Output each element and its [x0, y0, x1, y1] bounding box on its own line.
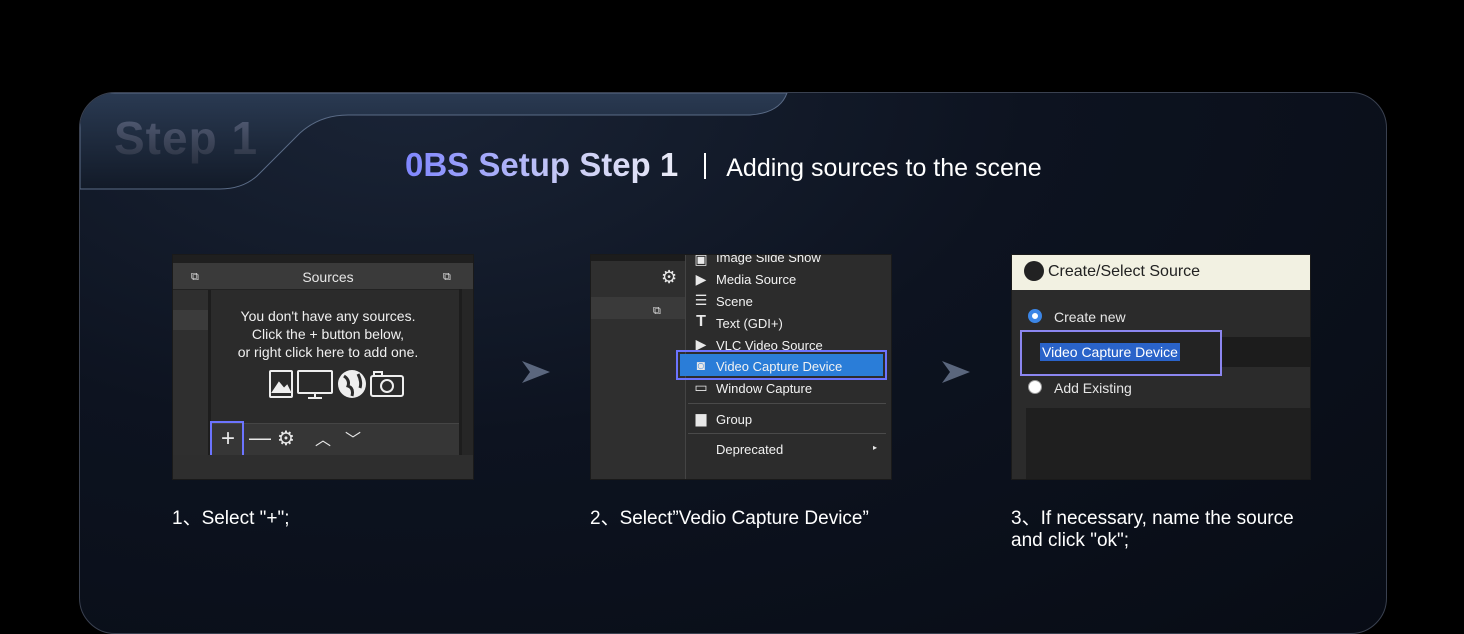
sources-toolbar: + — ⚙ ︿ ﹀ [211, 423, 459, 456]
mixer-pane [459, 289, 473, 479]
dialog-titlebar: Create/Select Source [1012, 255, 1310, 290]
dock-icon[interactable]: ⧉ [443, 267, 451, 287]
add-source-menu: ▣ Image Slide Show ▶ Media Source ☰ Scen… [676, 254, 891, 479]
dialog-title: Create/Select Source [1048, 263, 1201, 280]
title-main: 0BS Setup Step 1 [405, 146, 679, 183]
dock-icon[interactable]: ⧉ [653, 301, 661, 321]
source-name-value: Video Capture Device [1040, 343, 1180, 361]
camera-icon [370, 371, 404, 397]
add-existing-label: Add Existing [1054, 380, 1132, 396]
slideshow-icon: ▣ [694, 254, 708, 267]
existing-sources-list[interactable] [1026, 408, 1310, 479]
menu-item[interactable]: Deprecated [716, 442, 783, 457]
obs-logo-icon [1024, 261, 1044, 281]
window-icon: ▭ [694, 379, 708, 395]
docks-pane: ⚙ ⧉ [591, 255, 685, 479]
next-arrow-icon [942, 361, 970, 383]
page-title: 0BS Setup Step 1 Adding sources to the sc… [405, 146, 1042, 184]
chevron-down-icon[interactable]: ﹀ [345, 431, 361, 451]
menu-item[interactable]: Scene [716, 294, 753, 309]
dock-icon[interactable]: ⧉ [191, 267, 199, 287]
screenshot-add-source-menu: ⚙ ⧉ ▣ Image Slide Show ▶ Media Source ☰ … [590, 254, 892, 480]
caption-step-3: 3、If necessary, name the source and clic… [1011, 508, 1294, 551]
play-icon: ▶ [695, 271, 707, 287]
caption-step-1: 1、Select "+"; [172, 508, 290, 529]
create-new-radio[interactable] [1028, 309, 1042, 323]
selection-highlight [676, 350, 887, 380]
screenshot-create-source-dialog: Create/Select Source Create new Video Ca… [1011, 254, 1311, 480]
sources-title: Sources [302, 269, 354, 285]
empty-sources-message[interactable]: You don't have any sources. Click the + … [213, 307, 443, 361]
gear-icon[interactable]: ⚙ [661, 267, 677, 287]
title-subtitle: Adding sources to the scene [726, 154, 1042, 182]
text-icon: T [696, 313, 706, 330]
gear-icon[interactable]: ⚙ [277, 429, 295, 449]
title-divider [704, 153, 707, 179]
menu-item[interactable]: Window Capture [716, 381, 812, 396]
screenshot-sources-panel: ⧉ ⧉ Sources You don't have any sources. … [172, 254, 474, 480]
menu-item[interactable]: Text (GDI+) [716, 316, 783, 331]
menu-item[interactable]: Group [716, 412, 752, 427]
menu-item[interactable]: Media Source [716, 272, 796, 287]
folder-icon: ▆ [695, 410, 707, 426]
create-new-label: Create new [1054, 309, 1126, 325]
source-type-icons [268, 368, 408, 405]
step-card: Step 1 0BS Setup Step 1 Adding sources to… [79, 92, 1387, 634]
chevron-up-icon[interactable]: ︿ [315, 431, 331, 451]
scenes-pane [173, 290, 211, 479]
minus-icon[interactable]: — [249, 427, 271, 449]
caption-step-2: 2、Select”Vedio Capture Device” [590, 508, 869, 529]
add-existing-radio[interactable] [1028, 380, 1042, 394]
globe-icon [338, 370, 366, 398]
next-arrow-icon [522, 361, 550, 383]
submenu-arrow-icon: ▸ [872, 443, 877, 452]
list-icon: ☰ [694, 292, 708, 308]
menu-item[interactable]: Image Slide Show [716, 255, 821, 265]
step-badge: Step 1 [114, 112, 259, 164]
monitor-icon [297, 370, 333, 399]
image-icon [269, 370, 293, 398]
